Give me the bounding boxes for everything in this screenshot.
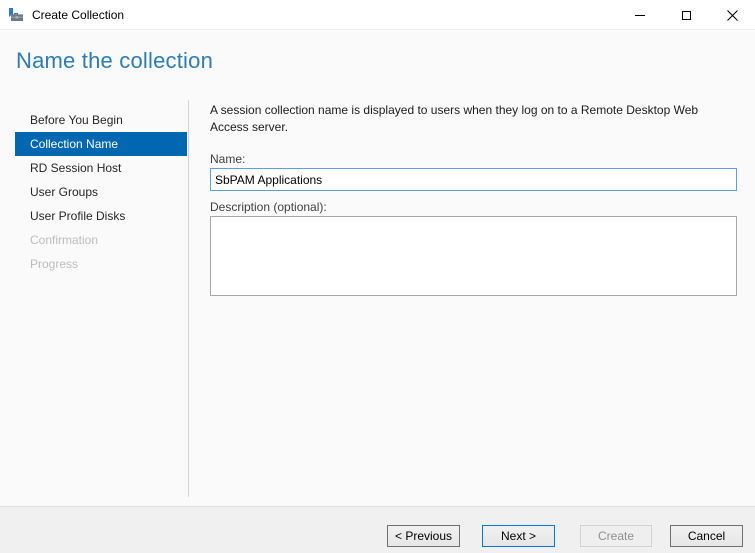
sidebar-divider <box>188 100 189 497</box>
name-field-label: Name: <box>210 152 245 166</box>
close-button[interactable] <box>709 0 755 30</box>
sidebar-item-user-profile-disks[interactable]: User Profile Disks <box>15 204 187 228</box>
maximize-icon <box>682 11 691 20</box>
close-icon <box>727 10 738 21</box>
title-bar: Create Collection <box>0 0 755 30</box>
next-button[interactable]: Next > <box>482 525 555 547</box>
description-textarea[interactable] <box>210 216 737 296</box>
sidebar-item-before-you-begin[interactable]: Before You Begin <box>15 108 187 132</box>
wizard-footer: < Previous Next > Create Cancel <box>0 506 755 553</box>
cancel-button[interactable]: Cancel <box>670 525 743 547</box>
minimize-icon <box>635 15 645 16</box>
sidebar-item-progress: Progress <box>15 252 187 276</box>
page-title: Name the collection <box>16 48 213 74</box>
sidebar-item-user-groups[interactable]: User Groups <box>15 180 187 204</box>
minimize-button[interactable] <box>617 0 663 30</box>
create-button[interactable]: Create <box>580 525 652 547</box>
intro-text: A session collection name is displayed t… <box>210 102 737 136</box>
main-panel: A session collection name is displayed t… <box>210 102 737 136</box>
window-title: Create Collection <box>32 0 124 30</box>
description-field-label: Description (optional): <box>210 200 327 214</box>
wizard-body: Name the collection Before You Begin Col… <box>0 31 755 506</box>
maximize-button[interactable] <box>663 0 709 30</box>
previous-button[interactable]: < Previous <box>387 525 460 547</box>
sidebar-item-rd-session-host[interactable]: RD Session Host <box>15 156 187 180</box>
wizard-steps-sidebar: Before You Begin Collection Name RD Sess… <box>15 108 187 276</box>
sidebar-item-confirmation: Confirmation <box>15 228 187 252</box>
collection-name-input[interactable] <box>210 168 737 191</box>
sidebar-item-collection-name[interactable]: Collection Name <box>15 132 187 156</box>
server-manager-toolbox-icon <box>8 7 24 23</box>
